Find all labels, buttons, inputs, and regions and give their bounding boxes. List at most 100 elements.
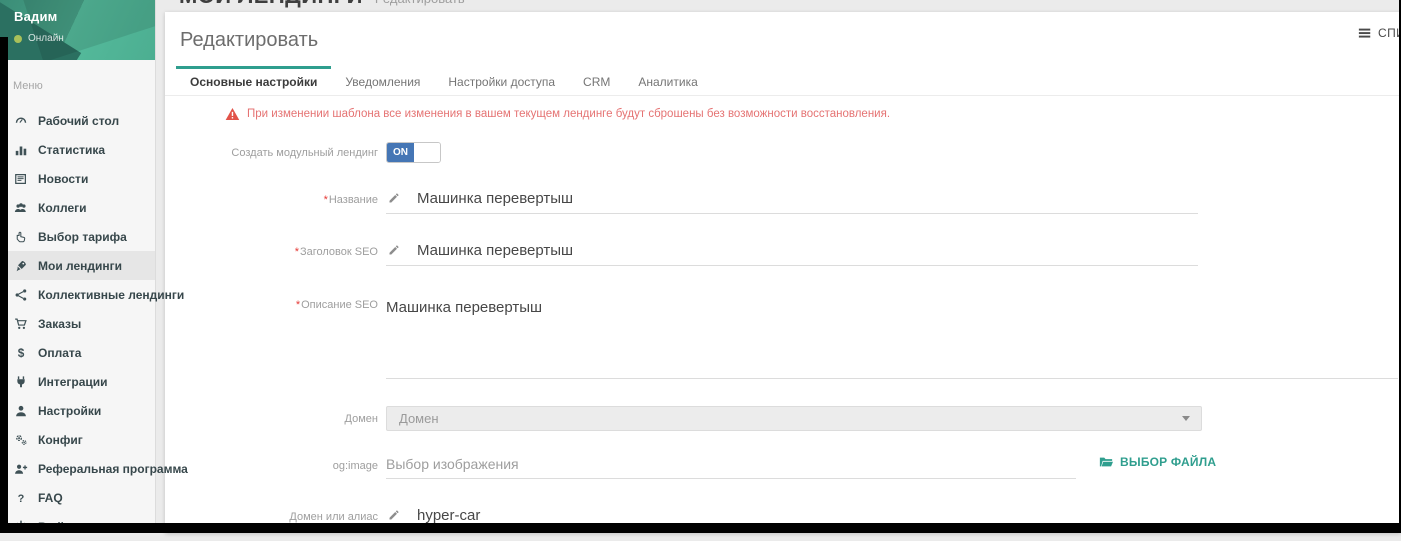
sidebar-item-stats[interactable]: Статистика bbox=[0, 135, 155, 164]
seo-title-value: Машинка перевертыш bbox=[417, 242, 573, 259]
tab-bar: Основные настройкиУведомленияНастройки д… bbox=[165, 66, 1401, 96]
sidebar: Вадим Онлайн Меню Рабочий стол Статистика… bbox=[0, 0, 156, 533]
sidebar-item-user-plus[interactable]: Реферальная программа bbox=[0, 454, 155, 483]
sidebar-item-label: Конфиг bbox=[38, 433, 83, 447]
menu-section-label: Меню bbox=[0, 60, 155, 106]
seo-description-textarea[interactable]: Машинка перевертыш bbox=[386, 299, 1398, 379]
sidebar-item-tariff[interactable]: Выбор тарифа bbox=[0, 222, 155, 251]
seo-description-value: Машинка перевертыш bbox=[386, 299, 542, 316]
form-row-modular-toggle: Создать модульный лендинг ON bbox=[165, 142, 1401, 163]
sidebar-item-label: Интеграции bbox=[38, 375, 108, 389]
toggle-off-segment bbox=[414, 143, 440, 162]
choose-file-button[interactable]: ВЫБОР ФАЙЛА bbox=[1098, 454, 1216, 470]
breadcrumb: Редактировать bbox=[375, 0, 465, 6]
sidebar-item-news[interactable]: Новости bbox=[0, 164, 155, 193]
tab-0[interactable]: Основные настройки bbox=[176, 66, 331, 95]
og-image-input[interactable]: Выбор изображения bbox=[386, 456, 1076, 479]
screenshot-frame-left bbox=[0, 37, 8, 533]
alias-value: hyper-car bbox=[417, 507, 480, 524]
sidebar-item-share[interactable]: Коллективные лендинги bbox=[0, 280, 155, 309]
list-view-label: СПИСОК bbox=[1378, 26, 1401, 40]
stats-icon bbox=[13, 142, 29, 158]
name-value: Машинка перевертыш bbox=[417, 190, 573, 207]
edit-card: Редактировать СПИСОК Основные настройкиУ… bbox=[165, 12, 1401, 533]
sidebar-item-colleagues[interactable]: Коллеги bbox=[0, 193, 155, 222]
sidebar-item-dollar[interactable]: $ Оплата bbox=[0, 338, 155, 367]
sidebar-item-label: Рабочий стол bbox=[38, 114, 119, 128]
gears-icon bbox=[13, 432, 29, 448]
screenshot-frame-bottom bbox=[0, 523, 1401, 533]
dashboard-icon bbox=[13, 113, 29, 129]
sidebar-item-landings[interactable]: Мои лендинги bbox=[0, 251, 155, 280]
user-plus-icon bbox=[13, 461, 29, 477]
sidebar-item-gears[interactable]: Конфиг bbox=[0, 425, 155, 454]
form-row-seo-description: Описание SEO Машинка перевертыш bbox=[165, 299, 1401, 379]
field-label: Заголовок SEO bbox=[165, 246, 386, 258]
seo-title-input[interactable]: Машинка перевертыш bbox=[386, 241, 1198, 266]
field-label: Название bbox=[165, 194, 386, 206]
tab-1[interactable]: Уведомления bbox=[331, 66, 434, 95]
sidebar-item-user[interactable]: Настройки bbox=[0, 396, 155, 425]
og-image-placeholder: Выбор изображения bbox=[386, 456, 519, 472]
colleagues-icon bbox=[13, 200, 29, 216]
news-icon bbox=[13, 171, 29, 187]
sidebar-item-label: FAQ bbox=[38, 491, 63, 505]
sidebar-item-label: Настройки bbox=[38, 404, 101, 418]
tariff-icon bbox=[13, 229, 29, 245]
domain-select[interactable]: Домен bbox=[386, 406, 1202, 431]
tab-2[interactable]: Настройки доступа bbox=[434, 66, 569, 95]
pencil-icon bbox=[386, 507, 402, 523]
tab-4[interactable]: Аналитика bbox=[624, 66, 711, 95]
sidebar-item-label: Заказы bbox=[38, 317, 81, 331]
field-label: og:image bbox=[165, 460, 386, 472]
warning-text: При изменении шаблона все изменения в ва… bbox=[247, 108, 890, 120]
sidebar-item-label: Коллективные лендинги bbox=[38, 288, 184, 302]
sidebar-item-label: Статистика bbox=[38, 143, 105, 157]
dollar-icon: $ bbox=[13, 345, 29, 361]
tab-content-main-settings: При изменении шаблона все изменения в ва… bbox=[165, 106, 1401, 531]
pencil-icon bbox=[386, 190, 402, 206]
folder-icon bbox=[1098, 454, 1114, 470]
name-input[interactable]: Машинка перевертыш bbox=[386, 189, 1198, 214]
online-status-dot bbox=[14, 35, 22, 43]
sidebar-item-label: Мои лендинги bbox=[38, 259, 122, 273]
sidebar-item-label: Коллеги bbox=[38, 201, 87, 215]
tab-3[interactable]: CRM bbox=[569, 66, 624, 95]
field-label: Домен bbox=[165, 413, 386, 425]
question-icon: ? bbox=[13, 490, 29, 506]
svg-text:$: $ bbox=[18, 346, 25, 360]
user-name: Вадим bbox=[14, 9, 155, 24]
sidebar-item-label: Выбор тарифа bbox=[38, 230, 127, 244]
field-label: Домен или алиас bbox=[165, 511, 386, 523]
list-icon bbox=[1357, 25, 1373, 41]
landings-icon bbox=[13, 258, 29, 274]
template-warning: При изменении шаблона все изменения в ва… bbox=[225, 106, 1401, 121]
online-status-label: Онлайн bbox=[28, 33, 64, 44]
svg-text:?: ? bbox=[18, 492, 25, 504]
page-title: МОИ ЛЕНДИНГИ bbox=[179, 0, 363, 8]
form-row-seo-title: Заголовок SEO Машинка перевертыш bbox=[165, 241, 1401, 266]
chevron-down-icon bbox=[1182, 416, 1190, 421]
toggle-on-segment: ON bbox=[387, 143, 414, 162]
sidebar-item-dashboard[interactable]: Рабочий стол bbox=[0, 106, 155, 135]
pencil-icon bbox=[386, 242, 402, 258]
share-icon bbox=[13, 287, 29, 303]
card-title: Редактировать bbox=[165, 12, 1401, 66]
choose-file-label: ВЫБОР ФАЙЛА bbox=[1120, 455, 1216, 469]
cart-icon bbox=[13, 316, 29, 332]
list-view-button[interactable]: СПИСОК bbox=[1357, 25, 1401, 41]
page-header: МОИ ЛЕНДИНГИ Редактировать bbox=[165, 0, 1401, 12]
sidebar-item-cart[interactable]: Заказы bbox=[0, 309, 155, 338]
sidebar-item-label: Оплата bbox=[38, 346, 81, 360]
sidebar-item-label: Реферальная программа bbox=[38, 462, 188, 476]
sidebar-item-question[interactable]: ? FAQ bbox=[0, 483, 155, 512]
form-row-domain: Домен Домен bbox=[165, 406, 1401, 431]
sidebar-user-panel: Вадим Онлайн bbox=[0, 0, 155, 60]
sidebar-item-plug[interactable]: Интеграции bbox=[0, 367, 155, 396]
warning-icon bbox=[225, 107, 240, 121]
modular-landing-toggle[interactable]: ON bbox=[386, 142, 441, 163]
form-row-og-image: og:image Выбор изображения ВЫБОР ФАЙЛА bbox=[165, 454, 1401, 479]
sidebar-item-label: Новости bbox=[38, 172, 88, 186]
sidebar-menu: Рабочий стол Статистика Новости Коллеги Выбо… bbox=[0, 106, 155, 541]
domain-select-placeholder: Домен bbox=[399, 411, 439, 426]
